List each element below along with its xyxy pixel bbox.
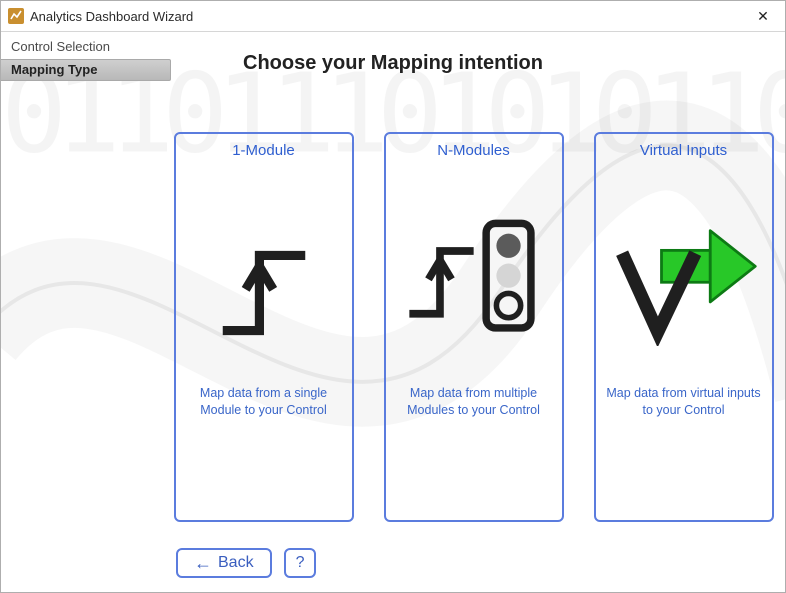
help-label: ?	[296, 554, 305, 572]
n-modules-icon	[394, 191, 554, 351]
one-module-icon	[184, 191, 344, 351]
titlebar: Analytics Dashboard Wizard ✕	[1, 1, 785, 32]
option-1-module[interactable]: 1-Module Map data from a single Module t…	[174, 132, 354, 522]
option-title: 1-Module	[232, 142, 295, 159]
page-title: Choose your Mapping intention	[1, 52, 785, 75]
option-virtual-inputs[interactable]: Virtual Inputs Map data from virtual inp…	[594, 132, 774, 522]
close-button[interactable]: ✕	[741, 1, 785, 31]
back-button[interactable]: ← Back	[176, 548, 272, 578]
back-label: Back	[218, 554, 254, 572]
virtual-inputs-icon	[604, 191, 764, 351]
option-desc: Map data from a single Module to your Co…	[184, 385, 344, 419]
arrow-left-icon: ←	[194, 554, 212, 572]
option-desc: Map data from virtual inputs to your Con…	[604, 385, 764, 419]
app-icon	[8, 8, 24, 24]
help-button[interactable]: ?	[284, 548, 317, 578]
window-title: Analytics Dashboard Wizard	[30, 9, 193, 24]
option-n-modules[interactable]: N-Modules Map data from multiple Modules…	[384, 132, 564, 522]
wizard-footer: ← Back ?	[176, 548, 316, 578]
option-desc: Map data from multiple Modules to your C…	[394, 385, 554, 419]
option-title: N-Modules	[437, 142, 510, 159]
mapping-options-row: 1-Module Map data from a single Module t…	[176, 132, 771, 522]
option-title: Virtual Inputs	[640, 142, 727, 159]
